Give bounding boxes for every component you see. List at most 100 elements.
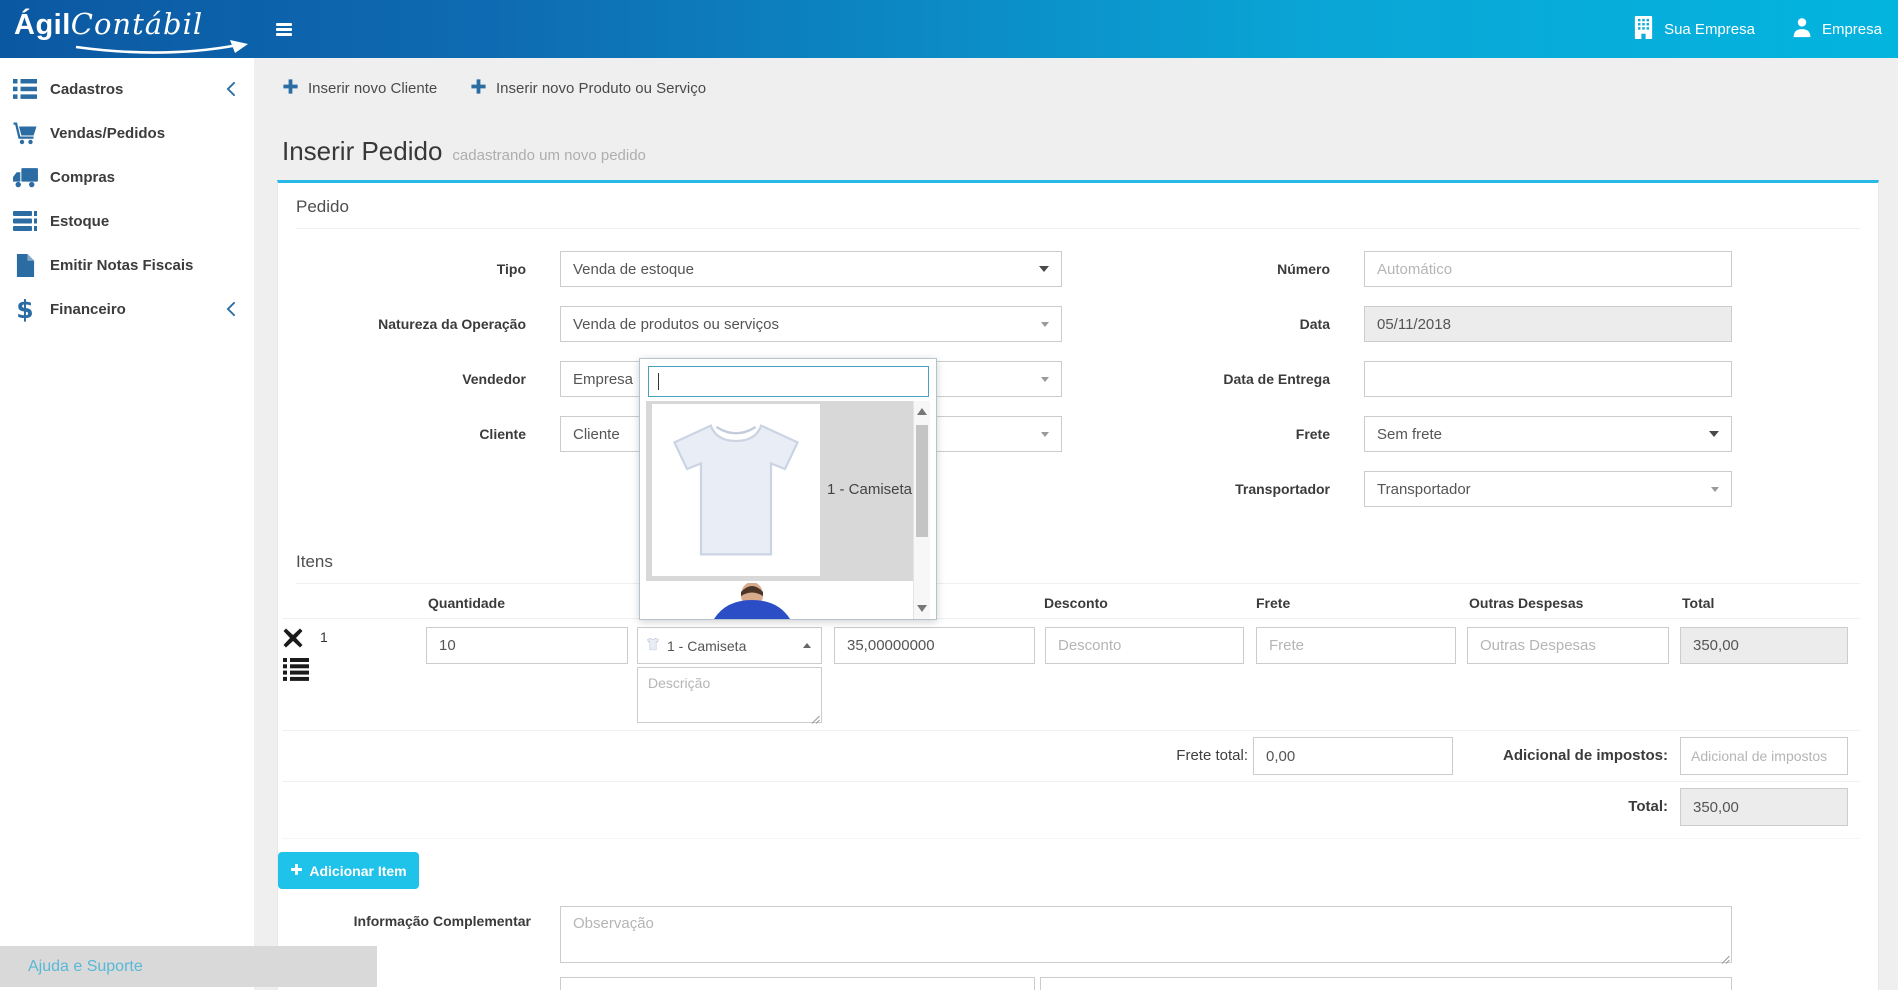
insert-client-label: Inserir novo Cliente: [308, 80, 437, 97]
sidebar-item-label: Estoque: [50, 213, 109, 230]
sidebar-item-label: Emitir Notas Fiscais: [50, 257, 193, 274]
product-option-label: 1 - Camiseta: [827, 481, 912, 498]
add-item-button[interactable]: Adicionar Item: [278, 852, 419, 889]
scrollbar-thumb[interactable]: [916, 425, 928, 537]
natureza-select[interactable]: Venda de produtos ou serviços: [560, 306, 1062, 342]
data-input[interactable]: [1364, 306, 1732, 342]
logo-arrow-icon: [72, 40, 254, 63]
sidebar-item-label: Cadastros: [50, 81, 123, 98]
divider: [282, 781, 1860, 782]
resize-handle-icon[interactable]: [1720, 951, 1730, 969]
menu-toggle-icon[interactable]: [276, 23, 292, 38]
dollar-icon: $: [11, 296, 39, 322]
vendedor-select-value: Empresa: [573, 371, 633, 388]
company-link[interactable]: Sua Empresa: [1632, 15, 1755, 44]
sidebar-item-compras[interactable]: Compras: [0, 155, 254, 199]
transportador-label: Transportador: [1100, 480, 1330, 498]
sidebar-item-cadastros[interactable]: Cadastros: [0, 67, 254, 111]
item-total-input[interactable]: [1680, 627, 1848, 664]
numero-input[interactable]: [1364, 251, 1732, 287]
col-header-total: Total: [1682, 595, 1714, 611]
numero-label: Número: [1100, 260, 1330, 278]
impostos-label: Adicional de impostos:: [1438, 747, 1668, 765]
discount-input[interactable]: [1045, 627, 1244, 664]
tipo-label: Tipo: [296, 260, 526, 278]
stack-icon: [11, 208, 39, 234]
natureza-label: Natureza da Operação: [296, 315, 526, 333]
user-menu[interactable]: Empresa: [1791, 16, 1882, 42]
unit-price-input[interactable]: [834, 627, 1035, 664]
product-option-next[interactable]: [646, 583, 913, 619]
sidebar-item-estoque[interactable]: Estoque: [0, 199, 254, 243]
partial-field[interactable]: [560, 977, 1035, 990]
order-total-label: Total:: [1438, 798, 1668, 816]
user-icon: [1791, 16, 1813, 42]
cart-icon: [11, 120, 39, 146]
frete-label: Frete: [1100, 425, 1330, 443]
impostos-input[interactable]: [1680, 737, 1848, 775]
page-header: Inserir Pedido cadastrando um novo pedid…: [282, 136, 646, 167]
product-select-value: 1 - Camiseta: [667, 638, 746, 654]
text-cursor: [658, 373, 659, 390]
transportador-select-value: Transportador: [1377, 481, 1471, 498]
sidebar-item-label: Financeiro: [50, 301, 126, 318]
list-icon: [11, 76, 39, 102]
resize-handle-icon[interactable]: [810, 711, 820, 729]
scroll-up-icon[interactable]: [917, 408, 927, 415]
chevron-down-icon: [1709, 431, 1719, 437]
data-label: Data: [1100, 315, 1330, 333]
col-header-quantidade: Quantidade: [428, 595, 505, 611]
sidebar-item-label: Compras: [50, 169, 115, 186]
insert-product-link[interactable]: Inserir novo Produto ou Serviço: [470, 78, 706, 99]
section-title-pedido: Pedido: [296, 197, 349, 217]
data-entrega-label: Data de Entrega: [1100, 370, 1330, 388]
observacao-textarea[interactable]: [560, 906, 1732, 963]
product-option-camiseta[interactable]: 1 - Camiseta: [646, 401, 913, 581]
description-textarea[interactable]: [637, 667, 822, 723]
tipo-select[interactable]: Venda de estoque: [560, 251, 1062, 287]
sidebar-item-vendas-pedidos[interactable]: Vendas/Pedidos: [0, 111, 254, 155]
divider: [282, 730, 1860, 731]
transportador-select[interactable]: Transportador: [1364, 471, 1732, 507]
chevron-left-icon: [224, 80, 238, 103]
col-header-outras-despesas: Outras Despesas: [1469, 595, 1583, 611]
chevron-down-icon: [1711, 487, 1719, 492]
product-search-input[interactable]: [648, 366, 929, 397]
item-details-icon[interactable]: [282, 657, 310, 686]
help-support-label: Ajuda e Suporte: [28, 958, 143, 976]
divider: [282, 618, 1860, 619]
data-entrega-input[interactable]: [1364, 361, 1732, 397]
natureza-select-value: Venda de produtos ou serviços: [573, 316, 779, 333]
chevron-up-icon: [803, 643, 811, 648]
partial-field[interactable]: [1040, 977, 1732, 990]
page-title: Inserir Pedido: [282, 136, 442, 167]
insert-client-link[interactable]: Inserir novo Cliente: [282, 78, 437, 99]
info-complementar-label: Informação Complementar: [301, 912, 531, 930]
file-icon: [11, 252, 39, 278]
frete-total-input[interactable]: [1253, 737, 1453, 775]
frete-select[interactable]: Sem frete: [1364, 416, 1732, 452]
plus-icon: [470, 78, 487, 99]
cliente-select-value: Cliente: [573, 426, 620, 443]
app-logo[interactable]: ÁgilContábil: [14, 7, 259, 53]
sidebar-item-financeiro[interactable]: $ Financeiro: [0, 287, 254, 331]
building-icon: [1632, 15, 1655, 44]
order-total-input[interactable]: [1680, 788, 1848, 826]
sidebar-item-emitir-notas[interactable]: Emitir Notas Fiscais: [0, 243, 254, 287]
plus-icon: [282, 78, 299, 99]
truck-icon: [11, 164, 39, 190]
page-subtitle: cadastrando um novo pedido: [452, 147, 645, 164]
dropdown-scrollbar: [913, 401, 930, 619]
quantity-input[interactable]: [426, 627, 628, 664]
delete-item-icon[interactable]: [283, 628, 303, 653]
product-select[interactable]: 1 - Camiseta: [637, 627, 822, 664]
help-support-link[interactable]: Ajuda e Suporte: [0, 946, 377, 987]
divider: [296, 228, 1860, 229]
add-item-button-label: Adicionar Item: [309, 863, 406, 879]
scroll-down-icon[interactable]: [917, 605, 927, 612]
logo-text-agil: Ágil: [14, 9, 71, 41]
item-freight-input[interactable]: [1256, 627, 1456, 664]
chevron-left-icon: [224, 300, 238, 323]
divider: [282, 838, 1860, 839]
other-expenses-input[interactable]: [1467, 627, 1669, 664]
